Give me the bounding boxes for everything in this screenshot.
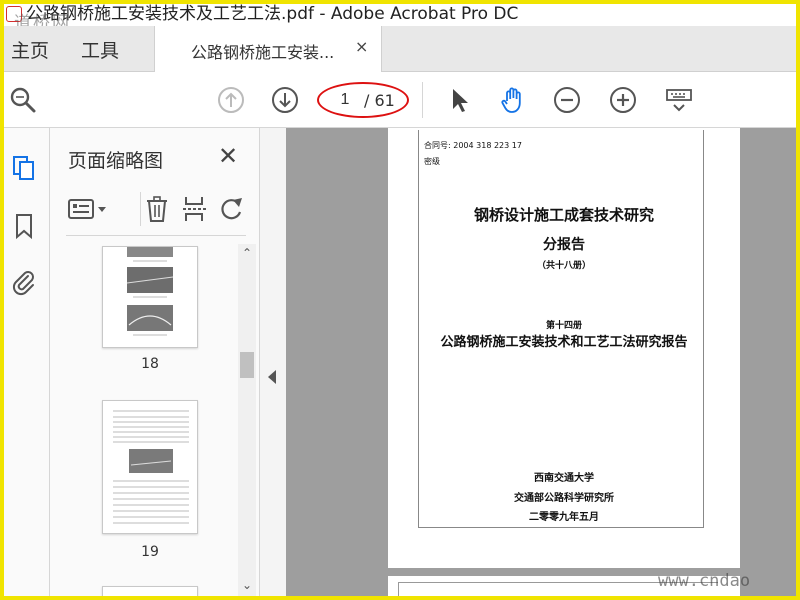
volume-label: 第十四册 — [545, 321, 582, 331]
thumbnails-panel: 页面缩略图 ✕ 18 19 ⌃ ⌄ — [50, 128, 260, 596]
watermark-url: www.cndao — [658, 571, 751, 591]
bookmark-icon[interactable] — [10, 212, 38, 240]
thumbnail-page-19[interactable] — [102, 400, 198, 534]
thumb-options-icon[interactable] — [66, 194, 114, 224]
org-university: 西南交通大学 — [534, 473, 594, 484]
tab-document-label: 公路钢桥施工安装... — [191, 43, 335, 62]
hand-icon[interactable] — [498, 85, 528, 115]
toolbar: / 61 — [4, 72, 796, 128]
doc-subtitle: 分报告 — [543, 237, 585, 253]
page-total: / 61 — [364, 91, 395, 110]
thumbnail-page-18[interactable] — [102, 246, 198, 348]
tab-home[interactable]: 主页 — [11, 36, 49, 63]
page-thumbnails-icon[interactable] — [10, 154, 38, 182]
search-icon[interactable] — [8, 85, 38, 115]
rotate-icon[interactable] — [216, 194, 246, 224]
tab-document[interactable]: 公路钢桥施工安装... × — [154, 26, 382, 72]
report-title: 公路钢桥施工安装技术和工艺工法研究报告 — [440, 335, 688, 350]
scroll-up-icon[interactable]: ⌃ — [240, 246, 254, 260]
page-down-icon[interactable] — [270, 85, 300, 115]
close-panel-icon[interactable]: ✕ — [218, 142, 238, 170]
collapse-arrow-icon[interactable] — [268, 370, 276, 384]
page-number-input[interactable] — [330, 88, 360, 112]
doc-date: 二零零九年五月 — [529, 512, 599, 523]
panel-title: 页面缩略图 — [68, 150, 164, 172]
select-arrow-icon[interactable] — [444, 85, 474, 115]
watermark-logo: 道桥网 — [14, 13, 71, 26]
tab-tools[interactable]: 工具 — [81, 36, 119, 63]
attachment-icon[interactable] — [10, 268, 38, 296]
panel-toolbar-divider — [140, 192, 141, 226]
pdf-page-1: 合同号: 2004 318 223 17 密级 钢桥设计施工成套技术研究 分报告… — [388, 128, 740, 568]
document-viewer[interactable]: 合同号: 2004 318 223 17 密级 钢桥设计施工成套技术研究 分报告… — [286, 128, 796, 596]
tabs-row: 主页 工具 公路钢桥施工安装... × — [4, 26, 796, 72]
scroll-down-icon[interactable]: ⌄ — [240, 578, 254, 592]
delete-icon[interactable] — [142, 194, 172, 224]
thumbnail-18-preview-icon — [126, 247, 174, 336]
panel-collapse-strip[interactable] — [260, 128, 286, 596]
zoom-in-icon[interactable] — [608, 85, 638, 115]
zoom-out-icon[interactable] — [552, 85, 582, 115]
navigation-strip — [4, 128, 50, 596]
panel-toolbar — [66, 186, 246, 236]
thumbnail-19-preview-icon — [113, 410, 189, 524]
contract-number: 合同号: 2004 318 223 17 — [424, 141, 522, 150]
thumbnail-label-18: 18 — [141, 356, 159, 372]
secret-level: 密级 — [424, 157, 440, 166]
title-bar: 公路钢桥施工安装技术及工艺工法.pdf - Adobe Acrobat Pro … — [4, 4, 796, 26]
org-institute: 交通部公路科学研究所 — [514, 493, 614, 504]
close-tab-icon[interactable]: × — [355, 37, 368, 56]
thumbnail-label-19: 19 — [141, 544, 159, 560]
volumes-note: （共十八册） — [536, 261, 591, 271]
keyboard-icon[interactable] — [664, 85, 694, 115]
extract-icon[interactable] — [180, 194, 210, 224]
toolbar-divider — [422, 82, 423, 118]
thumbnails-scrollbar[interactable]: ⌃ ⌄ — [238, 244, 256, 596]
scrollbar-thumb[interactable] — [240, 352, 254, 378]
app-window: 公路钢桥施工安装技术及工艺工法.pdf - Adobe Acrobat Pro … — [4, 4, 796, 596]
window-title: 公路钢桥施工安装技术及工艺工法.pdf - Adobe Acrobat Pro … — [26, 4, 519, 24]
thumbnail-page-20[interactable] — [102, 586, 198, 596]
doc-title: 钢桥设计施工成套技术研究 — [473, 206, 654, 224]
page-up-icon[interactable] — [216, 85, 246, 115]
